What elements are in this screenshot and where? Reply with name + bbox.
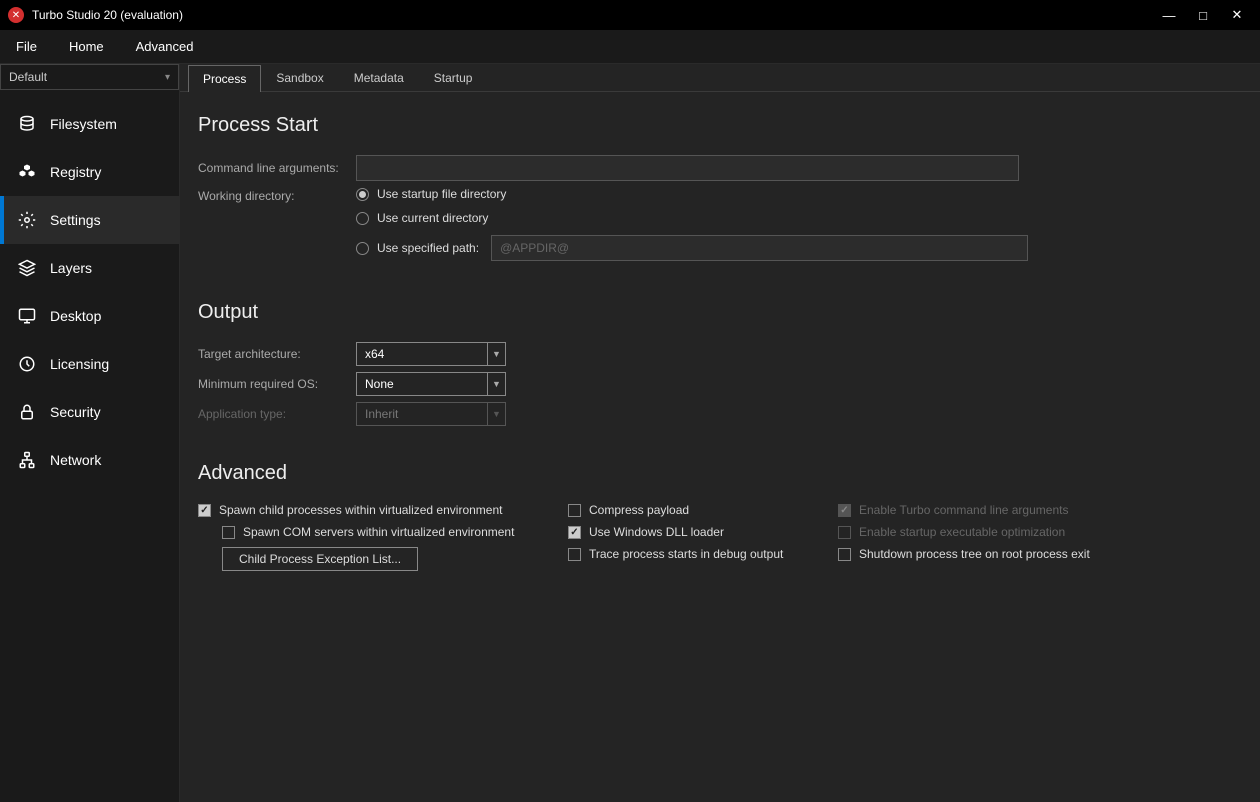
apptype-select: Inherit▼ [356,402,506,426]
tab-metadata[interactable]: Metadata [339,64,419,91]
check-enable-opt [838,526,851,539]
chevron-down-icon: ▼ [487,403,505,425]
radio-specified-path-label: Use specified path: [377,241,479,255]
radio-current-dir[interactable] [356,212,369,225]
section-output: Output [198,301,1260,324]
sidebar-item-label: Desktop [50,308,101,324]
menu-home[interactable]: Home [69,39,104,54]
menu-advanced[interactable]: Advanced [136,39,194,54]
check-spawn-com[interactable] [222,526,235,539]
chevron-down-icon: ▼ [487,343,505,365]
network-icon [18,451,36,469]
sidebar-item-label: Network [50,452,101,468]
sidebar-item-registry[interactable]: Registry [0,148,179,196]
lock-icon [18,403,36,421]
section-advanced: Advanced [198,462,1260,485]
sidebar-item-network[interactable]: Network [0,436,179,484]
check-dll-loader[interactable] [568,526,581,539]
tab-startup[interactable]: Startup [419,64,488,91]
check-compress[interactable] [568,504,581,517]
check-trace[interactable] [568,548,581,561]
sidebar-item-desktop[interactable]: Desktop [0,292,179,340]
chevron-down-icon: ▼ [487,373,505,395]
sidebar-item-layers[interactable]: Layers [0,244,179,292]
maximize-button[interactable]: □ [1196,8,1210,22]
cmd-args-label: Command line arguments: [198,161,356,175]
arch-select[interactable]: x64▼ [356,342,506,366]
clock-icon [18,355,36,373]
os-select[interactable]: None▼ [356,372,506,396]
section-process-start: Process Start [198,114,1260,137]
sidebar-item-label: Security [50,404,101,420]
sidebar-item-label: Layers [50,260,92,276]
cubes-icon [18,163,36,181]
workdir-label: Working directory: [198,187,356,203]
app-icon: ✕ [8,7,24,23]
check-spawn-com-label: Spawn COM servers within virtualized env… [243,525,514,539]
check-shutdown[interactable] [838,548,851,561]
check-trace-label: Trace process starts in debug output [589,547,783,561]
menubar: File Home Advanced [0,30,1260,64]
gear-icon [18,211,36,229]
sidebar-item-security[interactable]: Security [0,388,179,436]
titlebar: ✕ Turbo Studio 20 (evaluation) — □ ✕ [0,0,1260,30]
check-enable-cmdline-label: Enable Turbo command line arguments [859,503,1068,517]
tab-bar: Process Sandbox Metadata Startup [180,64,1260,92]
check-shutdown-label: Shutdown process tree on root process ex… [859,547,1090,561]
radio-current-dir-label: Use current directory [377,211,488,225]
minimize-button[interactable]: — [1162,8,1176,22]
window-title: Turbo Studio 20 (evaluation) [32,8,1162,22]
check-compress-label: Compress payload [589,503,689,517]
menu-file[interactable]: File [16,39,37,54]
cmd-args-input[interactable] [356,155,1019,181]
sidebar-item-filesystem[interactable]: Filesystem [0,100,179,148]
check-enable-cmdline [838,504,851,517]
tab-process[interactable]: Process [188,65,261,92]
layers-icon [18,259,36,277]
radio-startup-dir-label: Use startup file directory [377,187,506,201]
sidebar-item-licensing[interactable]: Licensing [0,340,179,388]
arch-label: Target architecture: [198,347,356,361]
radio-startup-dir[interactable] [356,188,369,201]
check-dll-loader-label: Use Windows DLL loader [589,525,724,539]
sidebar-item-label: Registry [50,164,101,180]
specified-path-input[interactable] [491,235,1028,261]
check-spawn-child[interactable] [198,504,211,517]
content-area: Process Sandbox Metadata Startup Process… [180,64,1260,802]
os-label: Minimum required OS: [198,377,356,391]
sidebar: Default Filesystem Registry Settings Lay… [0,64,180,802]
database-icon [18,115,36,133]
radio-specified-path[interactable] [356,242,369,255]
check-spawn-child-label: Spawn child processes within virtualized… [219,503,502,517]
tab-sandbox[interactable]: Sandbox [261,64,338,91]
close-button[interactable]: ✕ [1230,8,1244,22]
sidebar-item-label: Licensing [50,356,109,372]
apptype-label: Application type: [198,407,356,421]
project-selector[interactable]: Default [0,64,179,90]
sidebar-item-label: Settings [50,212,101,228]
sidebar-item-settings[interactable]: Settings [0,196,179,244]
monitor-icon [18,307,36,325]
check-enable-opt-label: Enable startup executable optimization [859,525,1065,539]
child-exception-button[interactable]: Child Process Exception List... [222,547,418,571]
sidebar-item-label: Filesystem [50,116,117,132]
